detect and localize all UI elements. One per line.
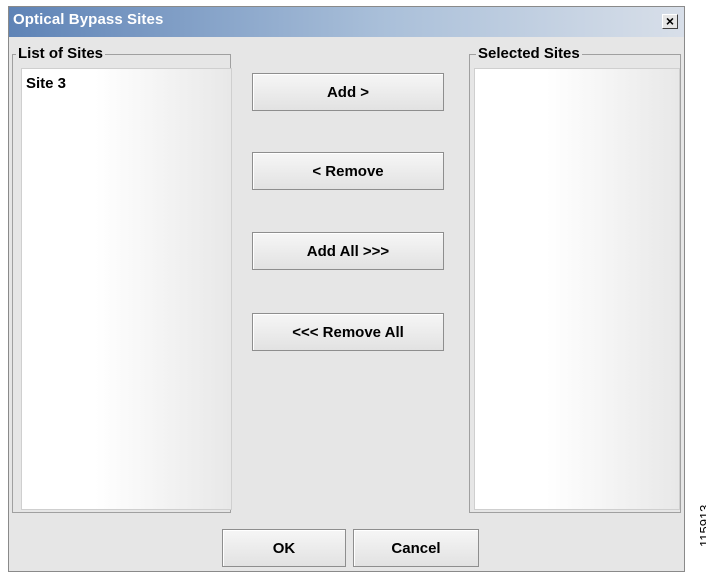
add-all-button[interactable]: Add All >>> [252, 232, 444, 270]
list-of-sites-group: List of Sites Site 3 [12, 46, 232, 513]
remove-button[interactable]: < Remove [252, 152, 444, 190]
ok-button[interactable]: OK [222, 529, 346, 567]
add-button[interactable]: Add > [252, 73, 444, 111]
selected-sites-legend: Selected Sites [476, 45, 582, 62]
list-of-sites-listbox[interactable]: Site 3 [21, 68, 232, 510]
selected-sites-listbox[interactable] [474, 68, 680, 510]
list-of-sites-legend: List of Sites [16, 45, 106, 62]
cancel-button[interactable]: Cancel [353, 529, 479, 567]
optical-bypass-sites-dialog: Optical Bypass Sites × List of Sites Sit… [8, 6, 685, 572]
close-icon[interactable]: × [662, 14, 678, 29]
figure-id-label: 115913 [697, 504, 706, 547]
window-title: Optical Bypass Sites [13, 11, 164, 28]
remove-all-button[interactable]: <<< Remove All [252, 313, 444, 351]
title-bar[interactable]: Optical Bypass Sites × [9, 7, 684, 37]
list-item-site-3[interactable]: Site 3 [26, 75, 66, 92]
selected-sites-group: Selected Sites [469, 46, 681, 513]
